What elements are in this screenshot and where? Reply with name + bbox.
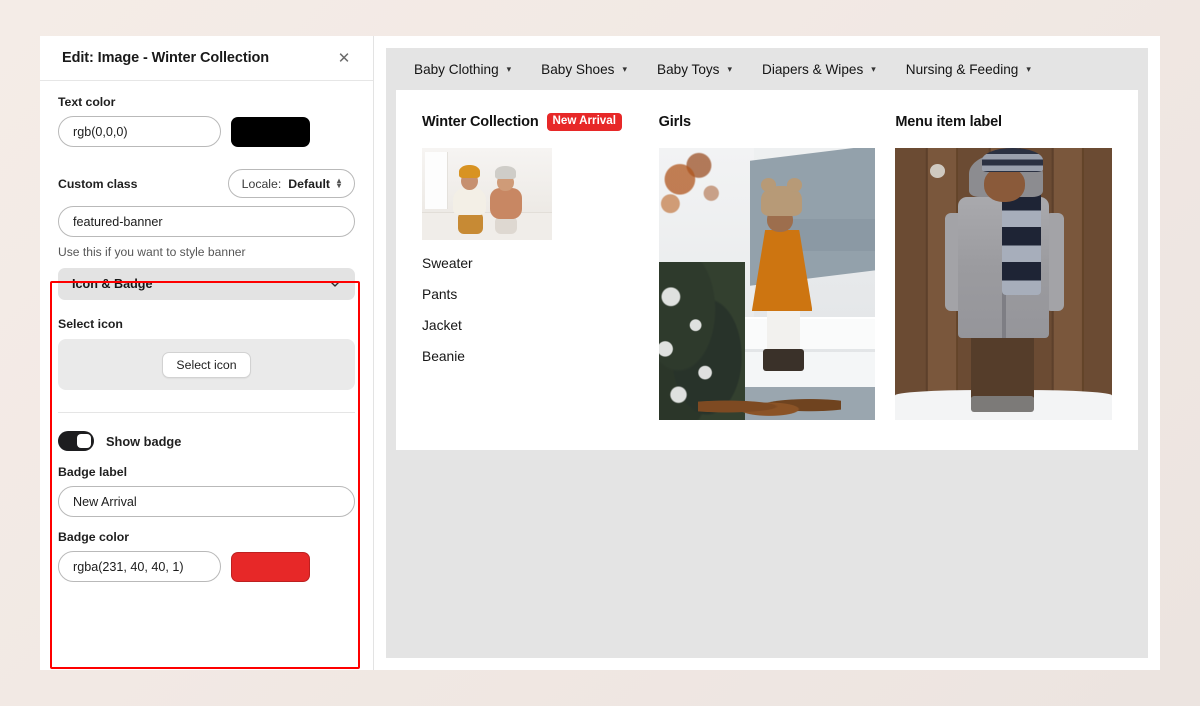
list-item[interactable]: Jacket bbox=[422, 318, 639, 333]
icon-badge-section: Icon & Badge Select icon Select icon Sho… bbox=[40, 268, 373, 582]
list-item[interactable]: Beanie bbox=[422, 349, 639, 364]
badge-color-swatch[interactable] bbox=[231, 551, 310, 582]
text-color-label: Text color bbox=[58, 95, 116, 109]
column-title: Menu item label bbox=[895, 114, 1002, 130]
badge-label-input[interactable] bbox=[58, 486, 355, 517]
icon-picker-area[interactable]: Select icon bbox=[58, 339, 355, 390]
text-color-swatch[interactable] bbox=[231, 116, 310, 147]
nav-item-baby-clothing[interactable]: Baby Clothing ▾ bbox=[400, 54, 525, 84]
mega-column-winter-collection: Winter Collection New Arrival Sweater Pa… bbox=[412, 112, 649, 424]
column-title: Winter Collection bbox=[422, 114, 539, 130]
list-item[interactable]: Pants bbox=[422, 287, 639, 302]
custom-class-header-row: Custom class Locale: Default ▴ ▾ bbox=[58, 169, 355, 198]
text-color-input[interactable] bbox=[58, 116, 221, 147]
column-header: Menu item label bbox=[895, 112, 1112, 132]
nav-item-baby-toys[interactable]: Baby Toys ▾ bbox=[643, 54, 746, 84]
chevron-down-icon: ▾ bbox=[506, 63, 512, 74]
list-item[interactable]: Sweater bbox=[422, 256, 639, 271]
nav-item-label: Baby Clothing bbox=[414, 61, 499, 77]
text-color-row bbox=[58, 116, 355, 147]
page-title: Edit: Image - Winter Collection bbox=[62, 50, 270, 66]
column-title: Girls bbox=[658, 114, 691, 130]
chevron-down-icon: ▾ bbox=[871, 63, 876, 74]
preview-canvas: Baby Clothing ▾ Baby Shoes ▾ Baby Toys ▾… bbox=[386, 48, 1148, 658]
mega-column-girls: Girls bbox=[649, 112, 886, 424]
custom-class-label: Custom class bbox=[58, 176, 138, 191]
section-divider bbox=[58, 412, 355, 413]
badge-label-caption: Badge label bbox=[58, 465, 128, 479]
nav-item-baby-shoes[interactable]: Baby Shoes ▾ bbox=[527, 54, 641, 84]
badge-color-input[interactable] bbox=[58, 551, 221, 582]
show-badge-label: Show badge bbox=[106, 433, 182, 449]
custom-class-help: Use this if you want to style banner bbox=[58, 245, 246, 259]
badge-color-group: Badge color bbox=[58, 530, 355, 582]
preview-panel: Baby Clothing ▾ Baby Shoes ▾ Baby Toys ▾… bbox=[374, 36, 1160, 670]
close-icon[interactable]: ✕ bbox=[333, 47, 355, 69]
site-nav-bar: Baby Clothing ▾ Baby Shoes ▾ Baby Toys ▾… bbox=[386, 48, 1148, 90]
column-header: Winter Collection New Arrival bbox=[422, 112, 639, 132]
mega-column-menu-item-label: Menu item label bbox=[885, 112, 1122, 424]
nav-item-label: Baby Shoes bbox=[541, 61, 615, 77]
status-badge: New Arrival bbox=[546, 113, 622, 131]
nav-item-nursing-feeding[interactable]: Nursing & Feeding ▾ bbox=[892, 54, 1045, 84]
chevron-down-icon[interactable] bbox=[329, 278, 341, 290]
badge-color-row bbox=[58, 551, 355, 582]
locale-select[interactable]: Locale: Default ▴ ▾ bbox=[227, 169, 355, 198]
icon-badge-accordion-header[interactable]: Icon & Badge bbox=[58, 268, 355, 300]
girls-image[interactable] bbox=[658, 148, 876, 420]
nav-item-label: Baby Toys bbox=[657, 61, 720, 77]
panel-header: Edit: Image - Winter Collection ✕ bbox=[40, 36, 373, 81]
chevron-down-icon: ▾ bbox=[727, 63, 733, 74]
nav-item-diapers-wipes[interactable]: Diapers & Wipes ▾ bbox=[748, 54, 890, 84]
girl-on-snowy-steps-illustration bbox=[658, 148, 876, 420]
chevron-down-icon: ▾ bbox=[1026, 63, 1031, 74]
chevron-down-icon: ▾ bbox=[622, 63, 628, 74]
nav-item-label: Diapers & Wipes bbox=[762, 61, 864, 77]
locale-value: Default bbox=[288, 176, 330, 191]
child-in-grey-coat-illustration bbox=[895, 148, 1113, 420]
show-badge-toggle[interactable] bbox=[58, 431, 94, 451]
nav-item-label: Nursing & Feeding bbox=[905, 61, 1019, 77]
badge-label-group: Badge label bbox=[58, 465, 355, 517]
mega-menu-panel: Winter Collection New Arrival Sweater Pa… bbox=[396, 90, 1138, 450]
column-header: Girls bbox=[659, 112, 876, 132]
menu-item-image[interactable] bbox=[895, 148, 1113, 420]
winter-collection-image[interactable] bbox=[422, 148, 552, 240]
select-icon-label: Select icon bbox=[58, 317, 123, 331]
edit-image-panel: Edit: Image - Winter Collection ✕ Text c… bbox=[40, 36, 374, 670]
show-badge-row: Show badge bbox=[58, 431, 355, 451]
updown-chevron-icon: ▴ ▾ bbox=[336, 175, 341, 190]
panel-body: Text color Custom class Locale: Default … bbox=[40, 81, 373, 259]
winter-collection-links: Sweater Pants Jacket Beanie bbox=[422, 256, 639, 364]
custom-class-input[interactable] bbox=[58, 206, 355, 237]
app-window: Edit: Image - Winter Collection ✕ Text c… bbox=[40, 36, 1160, 670]
locale-prefix: Locale: bbox=[241, 176, 282, 191]
select-icon-button[interactable]: Select icon bbox=[162, 351, 251, 378]
text-color-group: Text color bbox=[58, 95, 355, 147]
toggle-knob bbox=[77, 434, 91, 448]
toddlers-illustration bbox=[422, 148, 552, 240]
badge-color-caption: Badge color bbox=[58, 530, 130, 544]
icon-badge-title: Icon & Badge bbox=[72, 277, 153, 291]
